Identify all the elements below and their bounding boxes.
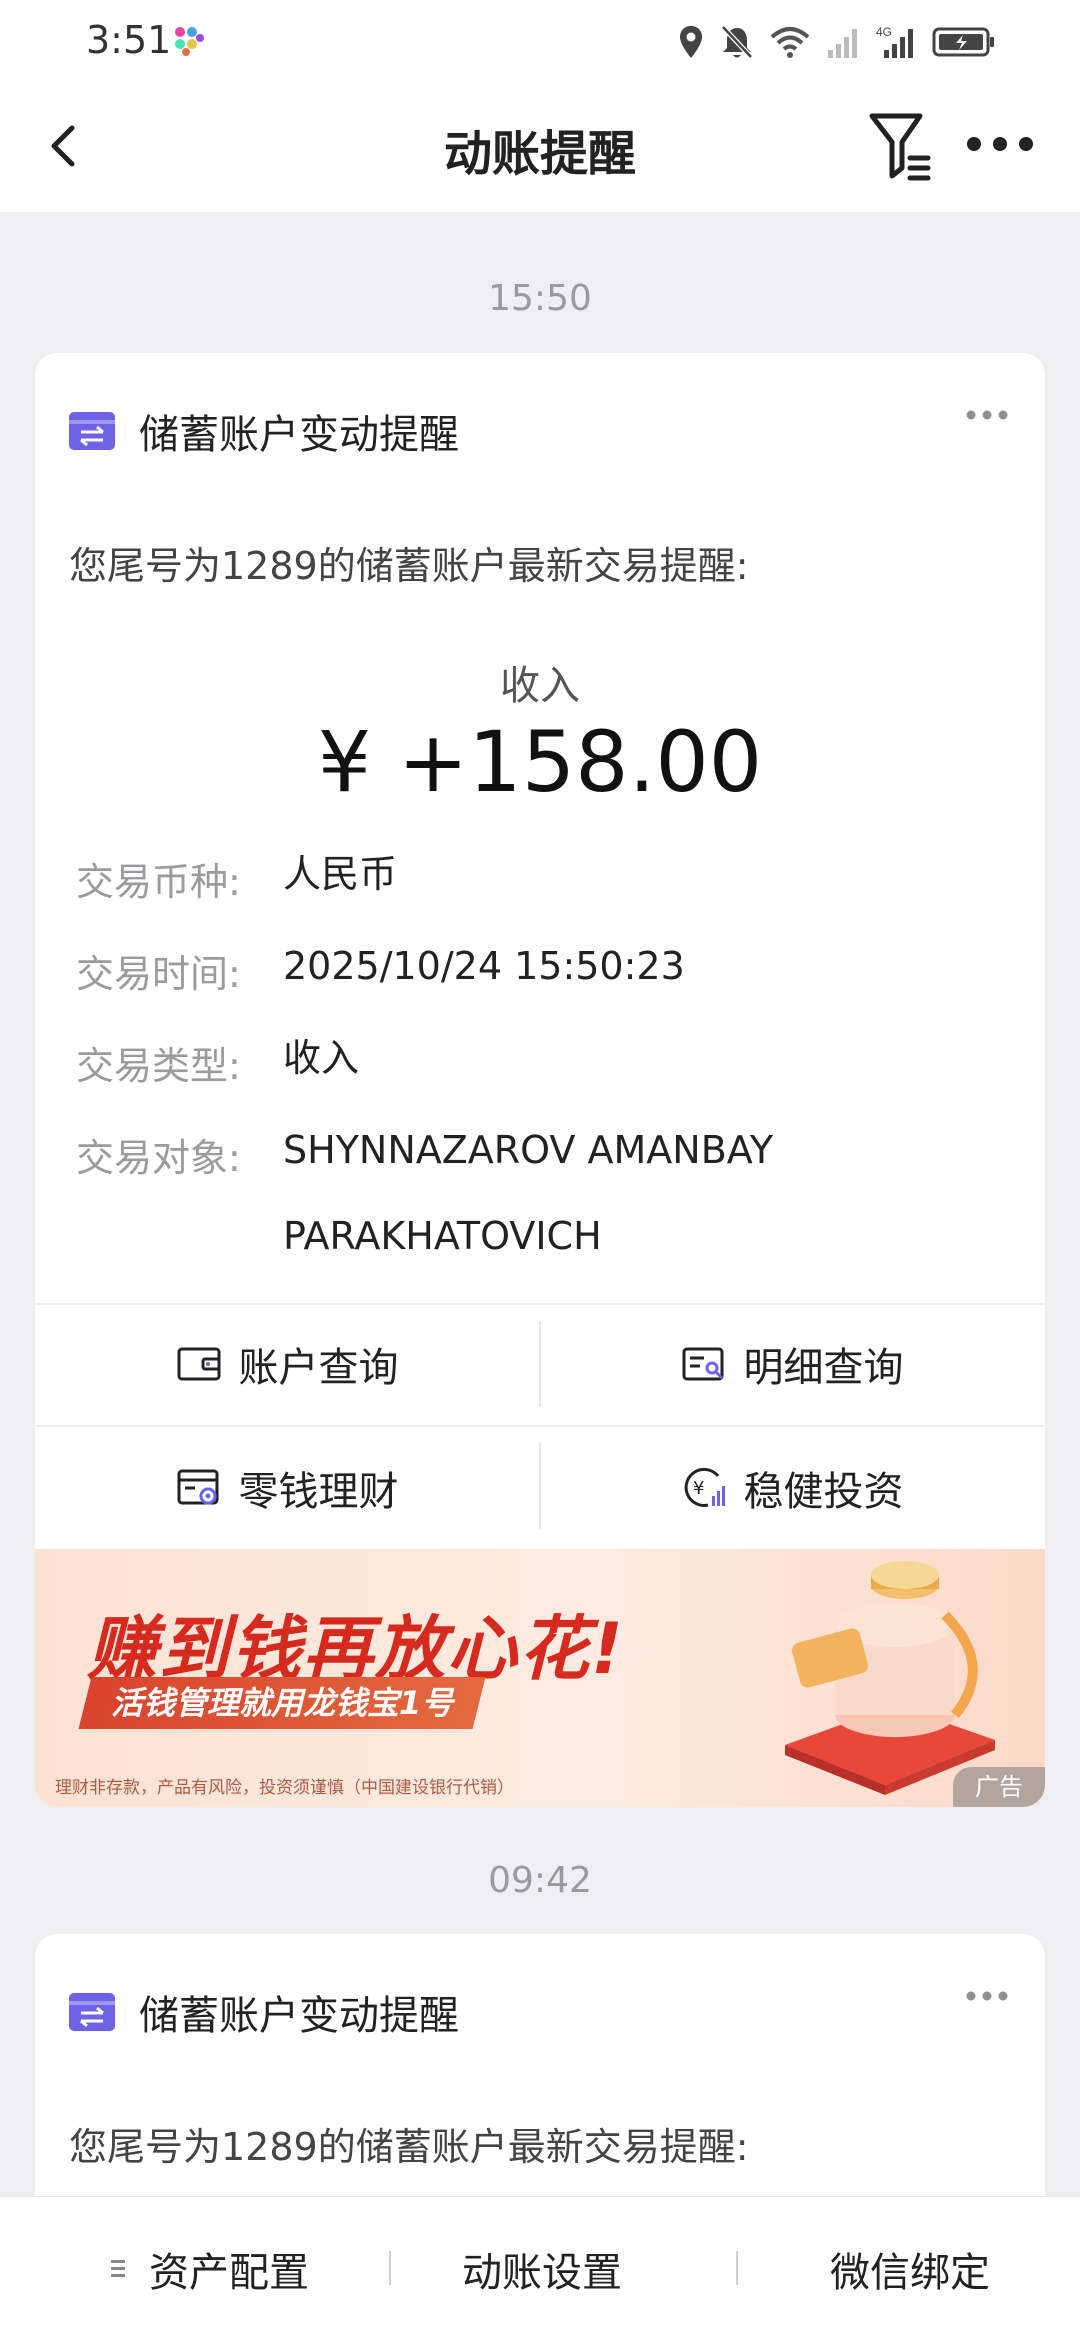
app-notification-icon — [175, 27, 204, 56]
action-label: 账户查询 — [238, 1345, 399, 1391]
bottom-item-label: 资产配置 — [149, 2250, 309, 2296]
bell-muted-icon — [721, 25, 753, 59]
message-time: 09:42 — [488, 1860, 592, 1901]
card-header: 储蓄账户变动提醒 — [69, 1982, 459, 2042]
card-header: 储蓄账户变动提醒 — [69, 401, 459, 461]
field-value-time: 2025/10/24 15:50:23 — [283, 944, 685, 988]
transaction-direction: 收入 — [500, 663, 580, 709]
svg-text:¥: ¥ — [693, 1478, 704, 1499]
card-title: 储蓄账户变动提醒 — [139, 1993, 459, 2039]
field-label-time: 交易时间: — [76, 952, 241, 996]
bottom-bar: 资产配置 动账设置 微信绑定 — [0, 2196, 1080, 2340]
card-more-icon[interactable] — [965, 407, 1009, 423]
wifi-icon — [770, 27, 810, 58]
account-query-button[interactable]: 账户查询 — [35, 1303, 540, 1425]
action-label: 明细查询 — [743, 1345, 904, 1391]
action-label: 零钱理财 — [238, 1469, 399, 1515]
ad-tag: 广告 — [953, 1767, 1045, 1807]
divider — [389, 2251, 391, 2285]
location-icon — [680, 26, 702, 58]
signal-icon — [828, 29, 857, 58]
field-value-currency: 人民币 — [283, 852, 398, 896]
ad-disclaimer: 理财非存款，产品有风险，投资须谨慎（中国建设银行代销） — [55, 1778, 514, 1798]
field-value-type: 收入 — [283, 1036, 360, 1080]
quick-actions: 账户查询 明细查询 零钱理财 ¥ 稳健投资 — [35, 1303, 1045, 1549]
battery-charging-icon — [932, 27, 994, 57]
detail-search-icon — [682, 1347, 723, 1381]
ad-subline: 活钱管理就用龙钱宝1号 — [78, 1677, 486, 1729]
field-label-counterparty: 交易对象: — [76, 1136, 241, 1180]
action-label: 稳健投资 — [743, 1469, 904, 1515]
more-icon[interactable] — [964, 124, 1036, 164]
ad-banner[interactable]: 赚到钱再放心花! 活钱管理就用龙钱宝1号 理财非存款，产品有风险，投资须谨慎（中… — [35, 1549, 1045, 1807]
coin-stack-illustration — [785, 1561, 995, 1795]
status-icons: 4G — [678, 20, 996, 64]
divider — [736, 2251, 738, 2285]
account-change-icon — [69, 1993, 115, 2031]
field-value-counterparty: SHYNNAZAROV AMANBAY PARAKHATOVICH — [283, 1128, 774, 1258]
notification-settings-button[interactable]: 动账设置 — [392, 2197, 692, 2340]
filter-icon[interactable] — [864, 106, 936, 186]
steady-invest-button[interactable]: ¥ 稳健投资 — [540, 1427, 1045, 1549]
change-finance-icon — [177, 1469, 218, 1505]
menu-icon — [111, 2260, 125, 2277]
change-finance-button[interactable]: 零钱理财 — [35, 1427, 540, 1549]
app-header: 动账提醒 — [0, 84, 1080, 212]
signal-4g-icon: 4G — [876, 25, 913, 58]
bottom-item-label: 动账设置 — [462, 2250, 622, 2296]
transaction-card: 储蓄账户变动提醒 您尾号为1289的储蓄账户最新交易提醒: — [35, 1934, 1045, 2234]
ad-subline-text: 活钱管理就用龙钱宝1号 — [111, 1684, 454, 1722]
message-time: 15:50 — [488, 278, 592, 319]
svg-text:4G: 4G — [876, 25, 892, 39]
card-title: 储蓄账户变动提醒 — [139, 412, 459, 458]
status-bar: 3:51 4G — [0, 0, 1080, 84]
card-intro: 您尾号为1289的储蓄账户最新交易提醒: — [69, 544, 749, 588]
account-change-icon — [69, 412, 115, 450]
field-label-currency: 交易币种: — [76, 860, 241, 904]
asset-allocation-button[interactable]: 资产配置 — [60, 2197, 360, 2340]
field-label-type: 交易类型: — [76, 1044, 241, 1088]
wallet-icon — [177, 1347, 220, 1381]
transaction-amount: ¥ +158.00 — [317, 713, 763, 811]
status-time: 3:51 — [86, 18, 172, 62]
bottom-item-label: 微信绑定 — [830, 2250, 990, 2296]
wechat-binding-button[interactable]: 微信绑定 — [760, 2197, 1060, 2340]
detail-query-button[interactable]: 明细查询 — [540, 1303, 1045, 1425]
card-more-icon[interactable] — [965, 1988, 1009, 2004]
card-intro: 您尾号为1289的储蓄账户最新交易提醒: — [69, 2125, 749, 2169]
transaction-card: 储蓄账户变动提醒 您尾号为1289的储蓄账户最新交易提醒: 收入 ¥ +158.… — [35, 353, 1045, 1807]
yuan-invest-icon: ¥ — [684, 1467, 725, 1507]
